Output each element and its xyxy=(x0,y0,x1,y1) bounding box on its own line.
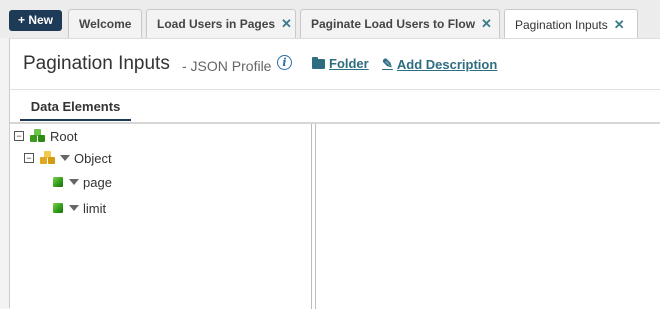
page-title: Pagination Inputs xyxy=(23,53,170,74)
expand-caret-icon[interactable] xyxy=(69,205,79,211)
tab-paginate-load-users-to-flow[interactable]: Paginate Load Users to Flow ✕ xyxy=(300,9,500,38)
new-button[interactable]: + New xyxy=(9,10,62,31)
profile-header: Pagination Inputs - JSON Profile i Folde… xyxy=(10,39,660,89)
tree-node-label: page xyxy=(83,174,112,190)
tab-welcome[interactable]: Welcome xyxy=(68,9,142,38)
expand-caret-icon[interactable] xyxy=(69,179,79,185)
expand-caret-icon[interactable] xyxy=(60,155,70,161)
subtab-label: Data Elements xyxy=(30,99,121,114)
tab-pagination-inputs[interactable]: Pagination Inputs ✕ xyxy=(504,9,638,39)
element-details-pane xyxy=(316,124,660,309)
tree-node-label: limit xyxy=(83,200,107,216)
green-cube-icon xyxy=(53,177,63,187)
yellow-cubes-icon xyxy=(40,151,56,165)
tree-node-root[interactable]: − Root xyxy=(14,127,77,145)
tab-strip: + New Welcome Load Users in Pages ✕ Pagi… xyxy=(0,0,660,39)
folder-link[interactable]: Folder xyxy=(312,56,369,71)
green-cube-icon xyxy=(53,203,63,213)
folder-icon xyxy=(312,56,325,69)
header-divider xyxy=(10,89,660,90)
info-icon[interactable]: i xyxy=(277,55,292,70)
page-subtitle: - JSON Profile xyxy=(182,58,272,74)
green-cubes-icon xyxy=(30,129,46,143)
add-description-link[interactable]: ✎ Add Description xyxy=(382,56,497,72)
tab-label: Pagination Inputs xyxy=(515,17,608,32)
tree-node-page[interactable]: page xyxy=(53,173,112,191)
close-icon[interactable]: ✕ xyxy=(614,17,625,33)
collapse-toggle-icon[interactable]: − xyxy=(14,131,24,141)
pencil-icon: ✎ xyxy=(382,56,393,71)
data-elements-tree: − Root − Object page limit xyxy=(10,124,311,309)
tree-node-object[interactable]: − Object xyxy=(24,149,112,167)
close-icon[interactable]: ✕ xyxy=(281,16,292,32)
tab-load-users-in-pages[interactable]: Load Users in Pages ✕ xyxy=(146,9,296,38)
add-description-label: Add Description xyxy=(396,56,498,72)
tree-node-limit[interactable]: limit xyxy=(53,199,106,217)
tab-label: Load Users in Pages xyxy=(157,17,276,31)
close-icon[interactable]: ✕ xyxy=(481,16,492,32)
tab-data-elements[interactable]: Data Elements xyxy=(20,97,131,121)
tab-label: Welcome xyxy=(79,17,132,31)
tab-label: Paginate Load Users to Flow xyxy=(311,17,476,31)
folder-link-label: Folder xyxy=(329,56,369,71)
tree-node-label: Object xyxy=(74,150,112,166)
collapse-toggle-icon[interactable]: − xyxy=(24,153,34,163)
tree-node-label: Root xyxy=(50,128,78,144)
profile-panel: Pagination Inputs - JSON Profile i Folde… xyxy=(9,38,660,309)
